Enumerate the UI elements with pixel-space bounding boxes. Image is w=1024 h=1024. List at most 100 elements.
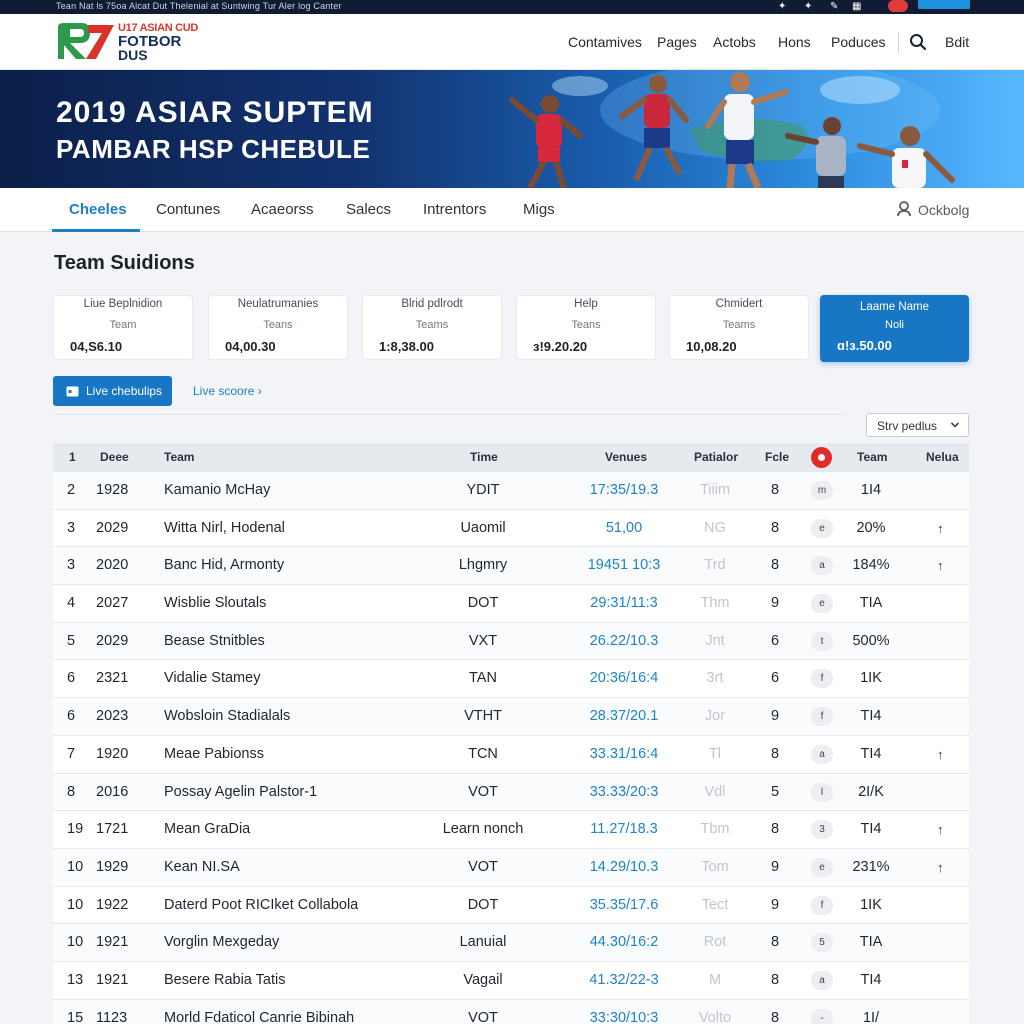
- row-team-name: Wisblie Sloutals: [164, 595, 267, 612]
- stat-card[interactable]: Blrid pdlrodt Teams 1:8,38.00: [362, 295, 502, 360]
- row-status-pill[interactable]: a: [811, 970, 833, 990]
- stat-card[interactable]: Help Teans ɜ!9.20.20: [516, 295, 656, 360]
- stat-card[interactable]: Chmidert Teams 10,08.20: [669, 295, 809, 360]
- table-row[interactable]: 8 2016 Possay Agelin Palstor-1 VOT 33.33/20:…: [53, 773, 969, 812]
- row-number: 13: [67, 971, 84, 988]
- stat-card[interactable]: Liue Beplnidion Team 04,S6.10: [53, 295, 193, 360]
- row-fcle: 8: [771, 1009, 780, 1024]
- nav-item-actobs[interactable]: Actobs: [713, 14, 756, 70]
- sort-select-value: Strv pedlus: [877, 419, 938, 433]
- col-header-team[interactable]: Team: [164, 443, 194, 472]
- stat-card-subtitle: Teams: [722, 319, 756, 331]
- user-account-label[interactable]: Ockbolg: [918, 188, 969, 232]
- table-row[interactable]: 10 1929 Kean NI.SA VOT 14.29/10.3 Tom 9 231% ↑ e: [53, 848, 969, 887]
- row-status-pill[interactable]: a: [811, 556, 833, 576]
- user-icon[interactable]: [897, 201, 911, 217]
- row-status-pill[interactable]: f: [811, 895, 833, 915]
- table-row[interactable]: 6 2023 Wobsloin Stadialals VTHT 28.37/20.1 Jo…: [53, 698, 969, 736]
- grid-icon[interactable]: ▦: [852, 1, 861, 12]
- stat-card-value: ɜ!9.20.20: [533, 339, 588, 354]
- banner-title: 2019 ASIAR SUPTEM: [56, 96, 374, 129]
- row-team-name: Kamanio McHay: [164, 482, 271, 498]
- col-header-team-2[interactable]: Team: [857, 443, 887, 472]
- row-team-name: Morld Fdaticol Canrie Bibinah: [164, 1009, 355, 1024]
- row-status-pill[interactable]: l: [811, 782, 833, 802]
- banner-subtitle: PAMBAR HSP CHEBULE: [56, 134, 371, 164]
- table-row[interactable]: 13 1921 Besere Rabia Tatis Vagail 41.32/22-3…: [53, 961, 969, 1000]
- row-time: VXT: [468, 632, 498, 649]
- signin-button[interactable]: [918, 0, 970, 9]
- tab-migs[interactable]: Migs: [523, 188, 555, 232]
- nav-item-poduces[interactable]: Poduces: [831, 14, 885, 70]
- live-schedules-label: Live chebulips: [86, 384, 163, 398]
- live-schedules-button[interactable]: Live chebulips: [53, 376, 172, 406]
- table-row[interactable]: 3 2020 Banc Hid, Armonty Lhgmry 19451 10:3 Tr…: [53, 547, 969, 586]
- live-score-link[interactable]: Live scoore ›: [193, 384, 262, 398]
- notification-icon[interactable]: ✦: [804, 1, 812, 12]
- share-icon[interactable]: ✦: [778, 1, 786, 12]
- row-patialor: 3rt: [706, 670, 724, 687]
- table-row[interactable]: 2 1928 Kamanio McHay YDIT 17:35/19.3 Tiiim 8 1I…: [53, 472, 969, 510]
- row-status-pill[interactable]: t: [811, 631, 833, 651]
- site-logo[interactable]: U17 ASIAN CUD FOTBOR DUS: [56, 19, 216, 65]
- row-status-pill[interactable]: e: [811, 518, 833, 538]
- row-year: 2027: [96, 595, 129, 612]
- row-status-pill[interactable]: 3: [811, 820, 833, 840]
- row-status-pill[interactable]: -: [811, 1008, 833, 1024]
- live-record-icon[interactable]: [811, 447, 832, 468]
- alert-badge-icon[interactable]: [888, 0, 908, 12]
- row-year: 1921: [96, 971, 129, 988]
- nav-item-contamives[interactable]: Contamives: [568, 14, 642, 70]
- sort-select[interactable]: Strv pedlus: [866, 413, 969, 437]
- row-trend-icon: ↑: [937, 746, 944, 762]
- row-team-name: Daterd Poot RICIket Collabola: [164, 896, 359, 913]
- tab-cheeles[interactable]: Cheeles: [69, 188, 127, 232]
- stat-card[interactable]: Neulatrumanies Teans 04,00.30: [208, 295, 348, 360]
- col-header-number[interactable]: 1: [69, 443, 76, 472]
- tab-acaeorss[interactable]: Acaeorss: [251, 188, 314, 232]
- nav-item-hons[interactable]: Hons: [778, 14, 811, 70]
- search-icon[interactable]: [909, 33, 927, 51]
- row-team-name: Mean GraDia: [164, 821, 251, 838]
- row-patialor: Tiiim: [699, 482, 731, 498]
- table-row[interactable]: 19 1721 Mean GraDia Learn nonch 11.27/18.3 Tb…: [53, 811, 969, 849]
- row-number: 3: [67, 519, 76, 536]
- tool-icon[interactable]: ✎: [830, 1, 838, 12]
- table-row[interactable]: 10 1922 Daterd Poot RICIket Collabola DOT 35…: [53, 886, 969, 925]
- table-row[interactable]: 4 2027 Wisblie Sloutals DOT 29:31/11:3 Thm 9 TI…: [53, 585, 969, 623]
- col-header-patialor[interactable]: Patialor: [694, 443, 738, 472]
- table-row[interactable]: 5 2029 Bease Stnitbles VXT 26.22/10.3 Jnt 6 500…: [53, 622, 969, 661]
- row-status-pill[interactable]: e: [811, 594, 833, 614]
- stat-card-subtitle: Team: [109, 319, 137, 331]
- table-body: 2 1928 Kamanio McHay YDIT 17:35/19.3 Tiiim 8 1I…: [53, 472, 969, 1024]
- table-row[interactable]: 7 1920 Meae Pabionss TCN 33.31/16:4 Tl 8 TI4 ↑ a: [53, 735, 969, 774]
- row-year: 2321: [96, 670, 129, 687]
- row-year: 1123: [96, 1009, 128, 1024]
- stat-card-subtitle: Teans: [571, 319, 601, 331]
- col-header-date[interactable]: Deee: [100, 443, 129, 472]
- tab-salecs[interactable]: Salecs: [346, 188, 391, 232]
- row-status-pill[interactable]: f: [811, 707, 833, 727]
- col-header-fcle[interactable]: Fcle: [765, 443, 789, 472]
- table-row[interactable]: 3 2029 Witta Nirl, Hodenal Uaomil 51,00 NG 8 20…: [53, 509, 969, 548]
- row-patialor: Thm: [700, 595, 730, 612]
- row-number: 8: [67, 783, 76, 800]
- row-status-pill[interactable]: a: [811, 744, 833, 764]
- row-status-pill[interactable]: e: [811, 857, 833, 877]
- edit-link[interactable]: Bdit: [945, 14, 969, 70]
- row-fcle: 9: [771, 595, 780, 612]
- nav-item-pages[interactable]: Pages: [657, 14, 697, 70]
- table-row[interactable]: 15 1123 Morld Fdaticol Canrie Bibinah VOT 33…: [53, 999, 969, 1024]
- stat-card-highlighted[interactable]: Laame Name Noli ɑ!ɜ.50.00: [820, 295, 969, 362]
- table-row[interactable]: 6 2321 Vidalie Stamey TAN 20:36/16:4 3rt 6 1IK f: [53, 660, 969, 699]
- row-status-pill[interactable]: m: [811, 481, 833, 500]
- tab-contunes[interactable]: Contunes: [156, 188, 220, 232]
- logo-mark-icon: [58, 23, 114, 59]
- col-header-time[interactable]: Time: [470, 443, 498, 472]
- col-header-nelua[interactable]: Nelua: [926, 443, 959, 472]
- row-status-pill[interactable]: 5: [811, 933, 833, 953]
- col-header-venues[interactable]: Venues: [605, 443, 647, 472]
- table-row[interactable]: 10 1921 Vorglin Mexgeday Lanuial 44.30/16:2 R…: [53, 924, 969, 962]
- row-status-pill[interactable]: f: [811, 669, 833, 689]
- tab-intrentors[interactable]: Intrentors: [423, 188, 486, 232]
